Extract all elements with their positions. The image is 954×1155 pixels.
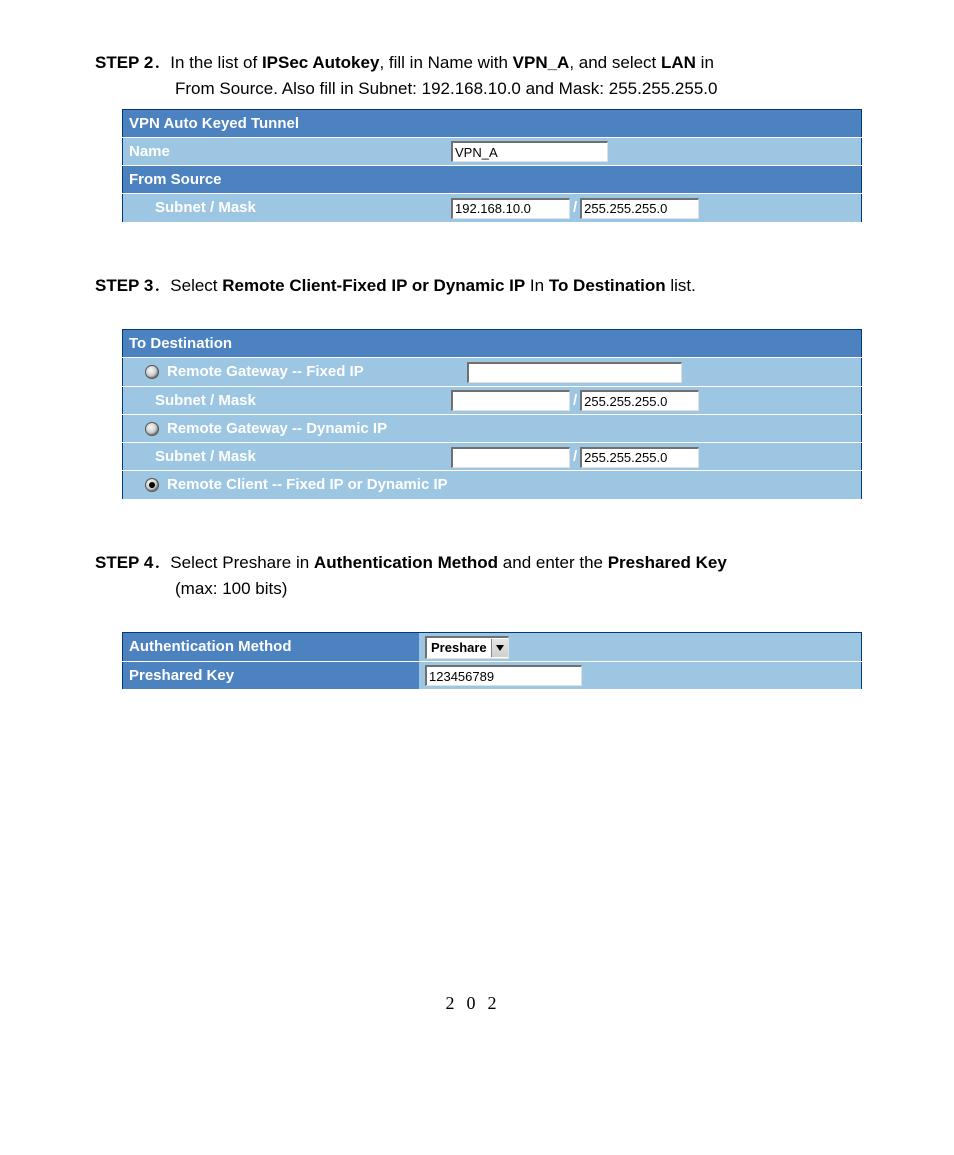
step2-label: STEP 2: [95, 53, 153, 72]
step2-text2: From Source. Also fill in Subnet: 192.16…: [175, 76, 859, 102]
opt1-ip-input[interactable]: [467, 362, 682, 383]
opt1-subnet-label: Subnet / Mask: [123, 386, 446, 414]
step4-table: Authentication Method Preshare Preshared…: [122, 632, 862, 690]
step3-table: To Destination Remote Gateway -- Fixed I…: [122, 329, 862, 500]
t: In the list of: [170, 53, 262, 72]
opt1-subnet-cell: /: [445, 386, 862, 414]
vpn-tunnel-header: VPN Auto Keyed Tunnel: [123, 109, 862, 137]
dropdown-icon[interactable]: [491, 639, 508, 657]
step4-text2: (max: 100 bits): [175, 576, 859, 602]
step2-table: VPN Auto Keyed Tunnel Name From Source S…: [122, 109, 862, 223]
opt1-subnet-input[interactable]: [451, 390, 570, 411]
radio-icon[interactable]: [145, 365, 159, 379]
opt2-label: Remote Gateway -- Dynamic IP: [167, 420, 387, 437]
t: Select Preshare in: [170, 553, 314, 572]
t: Remote Client-Fixed IP or Dynamic IP: [222, 276, 525, 295]
opt1-mask-input[interactable]: [580, 390, 699, 411]
t: To Destination: [549, 276, 666, 295]
radio-icon[interactable]: [145, 422, 159, 436]
t: IPSec Autokey: [262, 53, 379, 72]
t: and enter the: [498, 553, 608, 572]
subnet-mask-label: Subnet / Mask: [123, 194, 446, 222]
subnet-input[interactable]: [451, 198, 570, 219]
auth-method-select[interactable]: Preshare: [425, 636, 509, 659]
t: , and select: [569, 53, 661, 72]
opt2-mask-input[interactable]: [580, 447, 699, 468]
t: in: [696, 53, 714, 72]
t: Preshared Key: [608, 553, 727, 572]
slash-sep: /: [573, 392, 577, 409]
t: Select: [170, 276, 222, 295]
step3-block: STEP 3．Select Remote Client-Fixed IP or …: [95, 273, 859, 500]
t: VPN_A: [513, 53, 570, 72]
to-destination-header: To Destination: [123, 330, 862, 358]
step3-label: STEP 3: [95, 276, 153, 295]
slash-sep: /: [573, 448, 577, 465]
auth-method-cell: Preshare: [419, 633, 862, 662]
step3-text: Select Remote Client-Fixed IP or Dynamic…: [170, 276, 696, 295]
opt1-label: Remote Gateway -- Fixed IP: [167, 363, 364, 380]
opt1-cell[interactable]: Remote Gateway -- Fixed IP: [123, 358, 446, 386]
t: LAN: [661, 53, 696, 72]
step2-text1: In the list of IPSec Autokey, fill in Na…: [170, 53, 714, 72]
mask-input[interactable]: [580, 198, 699, 219]
slash-sep: /: [573, 199, 577, 216]
opt2-subnet-input[interactable]: [451, 447, 570, 468]
from-source-header: From Source: [123, 166, 862, 194]
preshared-key-label: Preshared Key: [123, 661, 420, 689]
step2-sep: ．: [153, 53, 170, 72]
step4-label: STEP 4: [95, 553, 153, 572]
opt3-cell[interactable]: Remote Client -- Fixed IP or Dynamic IP: [123, 471, 862, 499]
preshared-key-input[interactable]: [425, 665, 582, 686]
name-input[interactable]: [451, 141, 608, 162]
step4-sep: ．: [153, 553, 170, 572]
opt1-ip-cell: [445, 358, 862, 386]
subnet-mask-value-cell: /: [445, 194, 862, 222]
auth-method-value: Preshare: [427, 638, 491, 658]
page-number: 202: [95, 990, 859, 1018]
preshared-key-cell: [419, 661, 862, 689]
step4-block: STEP 4．Select Preshare in Authentication…: [95, 550, 859, 690]
step2-block: STEP 2．In the list of IPSec Autokey, fil…: [95, 50, 859, 223]
t: In: [525, 276, 549, 295]
t: list.: [666, 276, 696, 295]
step4-text: Select Preshare in Authentication Method…: [170, 553, 727, 572]
t: Authentication Method: [314, 553, 498, 572]
t: , fill in Name with: [379, 53, 512, 72]
step3-sep: ．: [153, 276, 170, 295]
name-value-cell: [445, 137, 862, 165]
opt2-subnet-cell: /: [445, 443, 862, 471]
name-label: Name: [123, 137, 446, 165]
opt2-subnet-label: Subnet / Mask: [123, 443, 446, 471]
radio-icon[interactable]: [145, 478, 159, 492]
auth-method-label: Authentication Method: [123, 633, 420, 662]
opt2-cell[interactable]: Remote Gateway -- Dynamic IP: [123, 414, 862, 442]
opt3-label: Remote Client -- Fixed IP or Dynamic IP: [167, 476, 448, 493]
